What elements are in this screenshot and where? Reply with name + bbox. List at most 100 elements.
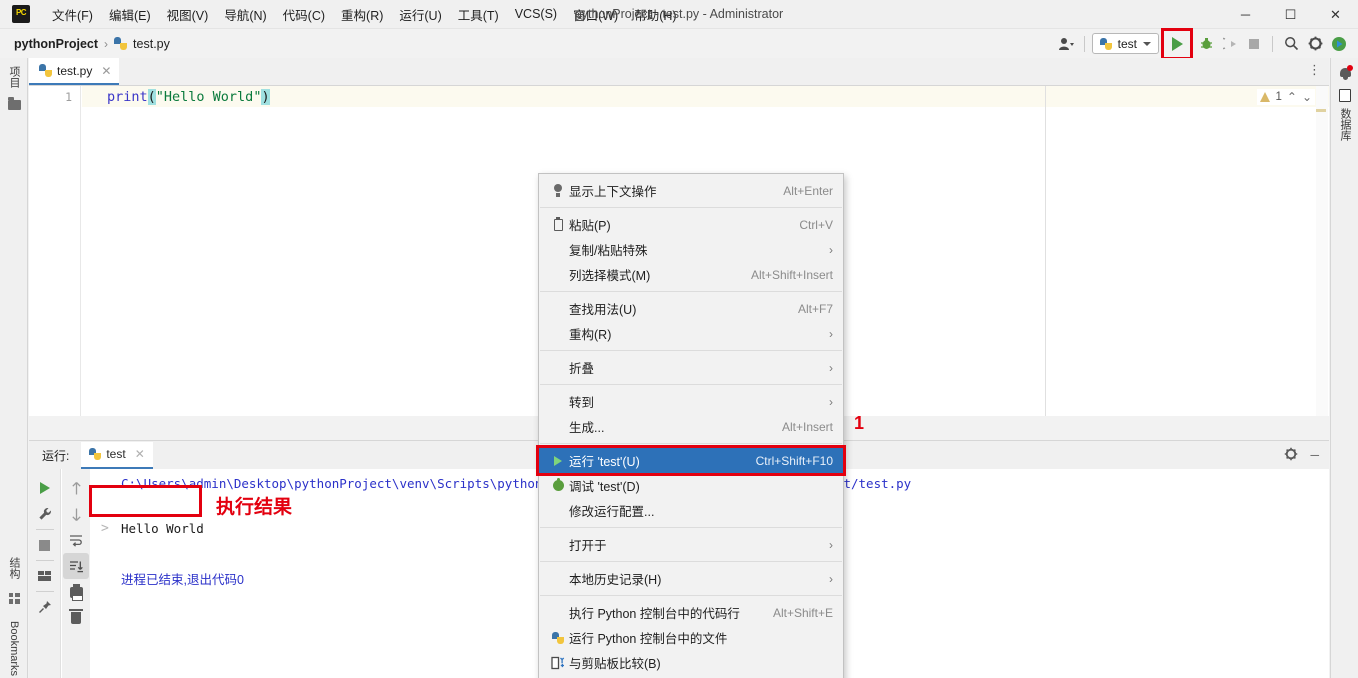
menu-item-compare-with-clipboard[interactable]: 与剪贴板比较(B) bbox=[539, 650, 843, 675]
fold-indicator-icon[interactable]: > bbox=[101, 521, 109, 536]
sidebar-item-project[interactable]: 项目 bbox=[0, 60, 28, 94]
menu-separator bbox=[540, 443, 842, 444]
menu-separator bbox=[540, 561, 842, 562]
edit-configuration-button[interactable] bbox=[32, 501, 58, 527]
gear-icon[interactable] bbox=[1304, 33, 1326, 55]
menu-item-view[interactable]: 视图(V) bbox=[159, 2, 217, 27]
menu-item-label: 调试 'test'(D) bbox=[569, 480, 640, 494]
code-close-paren: ) bbox=[261, 89, 270, 105]
menu-item-modify-run-configuration[interactable]: 修改运行配置... bbox=[539, 498, 843, 523]
close-icon[interactable]: ✕ bbox=[135, 447, 145, 461]
menu-item-shortcut: Alt+Shift+E bbox=[772, 605, 833, 620]
menu-item-refactor[interactable]: 重构(R) bbox=[333, 2, 391, 27]
run-coverage-icon[interactable] bbox=[1219, 33, 1241, 55]
trash-icon[interactable] bbox=[63, 605, 89, 631]
menu-item-tools[interactable]: 工具(T) bbox=[450, 2, 507, 27]
menu-item-show-context-actions[interactable]: 显示上下文操作 Alt+Enter bbox=[539, 178, 843, 203]
menu-item-shortcut: Alt+Shift+Insert bbox=[750, 267, 833, 282]
toolbar-divider bbox=[1083, 35, 1085, 52]
sidebar-item-bookmarks-label: Bookmarks bbox=[8, 621, 20, 677]
menu-item-help[interactable]: 帮助(H) bbox=[626, 2, 684, 27]
code-function-name: print bbox=[107, 89, 148, 105]
close-icon[interactable]: ✕ bbox=[101, 64, 111, 78]
pin-icon[interactable] bbox=[32, 594, 58, 620]
menu-item-label: 复制/粘贴特殊 bbox=[569, 244, 648, 258]
menu-item-shortcut: Alt+F7 bbox=[797, 301, 833, 316]
menu-item-debug-test[interactable]: 调试 'test'(D) bbox=[539, 473, 843, 498]
minimize-panel-icon[interactable]: ─ bbox=[1310, 448, 1319, 462]
menu-item-folding[interactable]: 折叠 › bbox=[539, 355, 843, 380]
editor-context-menu[interactable]: 显示上下文操作 Alt+Enter 粘贴(P) Ctrl+V 复制/粘贴特殊 ›… bbox=[536, 173, 846, 678]
menu-item-label: 生成... bbox=[569, 421, 605, 435]
menu-item-edit[interactable]: 编辑(E) bbox=[101, 2, 159, 27]
sidebar-item-structure-label: 结构 bbox=[8, 557, 20, 579]
menu-item-code[interactable]: 代码(C) bbox=[275, 2, 333, 27]
menu-item-open-in[interactable]: 打开于 › bbox=[539, 532, 843, 557]
menu-item-paste[interactable]: 粘贴(P) Ctrl+V bbox=[539, 212, 843, 237]
run-tab-test[interactable]: test ✕ bbox=[81, 441, 153, 469]
breadcrumb-project[interactable]: pythonProject bbox=[14, 37, 98, 51]
breadcrumb-file[interactable]: test.py bbox=[133, 37, 170, 51]
menu-item-run[interactable]: 运行(U) bbox=[391, 2, 449, 27]
menu-item-vcs[interactable]: VCS(S) bbox=[507, 4, 565, 24]
editor-tab-options-icon[interactable]: ⋮ bbox=[1308, 63, 1321, 76]
layout-button[interactable] bbox=[32, 563, 58, 589]
pycharm-window: 文件(F) 编辑(E) 视图(V) 导航(N) 代码(C) 重构(R) 运行(U… bbox=[0, 0, 1358, 678]
menu-item-window[interactable]: 窗口(W) bbox=[565, 2, 626, 27]
chevron-up-icon[interactable]: ⌃ bbox=[1287, 90, 1297, 104]
menu-item-column-selection-mode[interactable]: 列选择模式(M) Alt+Shift+Insert bbox=[539, 262, 843, 287]
console-output-line: Hello World bbox=[121, 521, 204, 536]
editor-tab-label: test.py bbox=[57, 63, 93, 78]
sidebar-item-folder[interactable] bbox=[0, 94, 28, 116]
menu-item-go-to[interactable]: 转到 › bbox=[539, 389, 843, 414]
inspection-marker[interactable] bbox=[1316, 109, 1326, 112]
maximize-button[interactable]: ☐ bbox=[1268, 0, 1313, 29]
inspection-marker-strip[interactable] bbox=[1316, 86, 1328, 416]
python-file-icon bbox=[114, 37, 128, 50]
user-avatar-icon[interactable] bbox=[1055, 33, 1077, 55]
arrow-down-icon[interactable] bbox=[63, 501, 89, 527]
arrow-up-icon[interactable] bbox=[63, 475, 89, 501]
close-button[interactable]: ✕ bbox=[1313, 0, 1358, 29]
sidebar-item-bookmarks[interactable]: Bookmarks bbox=[0, 610, 28, 678]
annotation-label-exec-result: 执行结果 bbox=[216, 496, 293, 518]
printer-icon[interactable] bbox=[63, 579, 89, 605]
stop-icon[interactable] bbox=[1243, 33, 1265, 55]
menu-item-local-history[interactable]: 本地历史记录(H) › bbox=[539, 566, 843, 591]
structure-icon bbox=[0, 588, 28, 608]
menu-item-execute-line-in-console[interactable]: 执行 Python 控制台中的代码行 Alt+Shift+E bbox=[539, 600, 843, 625]
menu-item-run-file-in-console[interactable]: 运行 Python 控制台中的文件 bbox=[539, 625, 843, 650]
sidebar-item-project-label: 项目 bbox=[8, 66, 20, 88]
run-play-icon[interactable] bbox=[1166, 33, 1188, 55]
rerun-button[interactable] bbox=[32, 475, 58, 501]
notification-bell-icon[interactable] bbox=[1331, 62, 1358, 84]
sidebar-item-structure[interactable]: 结构 bbox=[0, 548, 28, 588]
run-configuration-selector[interactable]: test bbox=[1091, 33, 1159, 54]
menu-item-copy-paste-special[interactable]: 复制/粘贴特殊 › bbox=[539, 237, 843, 262]
menu-item-generate[interactable]: 生成... Alt+Insert bbox=[539, 414, 843, 439]
menu-item-file[interactable]: 文件(F) bbox=[44, 2, 101, 27]
menu-item-label: 查找用法(U) bbox=[569, 303, 637, 317]
inspection-widget[interactable]: 1 ⌃ ⌄ bbox=[1257, 89, 1315, 105]
minimize-button[interactable]: ─ bbox=[1223, 0, 1268, 29]
menu-item-run-test[interactable]: 运行 'test'(U) Ctrl+Shift+F10 bbox=[536, 445, 846, 476]
menu-separator bbox=[540, 595, 842, 596]
chevron-down-icon[interactable]: ⌄ bbox=[1302, 90, 1312, 104]
sidebar-item-database[interactable]: 数据库 bbox=[1331, 102, 1358, 146]
update-icon[interactable] bbox=[1328, 33, 1350, 55]
search-icon[interactable] bbox=[1280, 33, 1302, 55]
stop-button[interactable] bbox=[32, 532, 58, 558]
python-icon bbox=[89, 448, 102, 460]
main-toolbar: test 2 bbox=[1055, 27, 1350, 81]
debug-bug-icon[interactable] bbox=[1195, 33, 1217, 55]
navigation-bar: pythonProject › test.py test 2 bbox=[0, 27, 1358, 81]
menu-item-refactor[interactable]: 重构(R) › bbox=[539, 321, 843, 346]
menu-item-find-usages[interactable]: 查找用法(U) Alt+F7 bbox=[539, 296, 843, 321]
editor-tab-test-py[interactable]: test.py ✕ bbox=[29, 58, 120, 85]
menu-item-label: 与剪贴板比较(B) bbox=[569, 657, 661, 671]
gear-icon[interactable] bbox=[1284, 447, 1298, 464]
menu-item-navigate[interactable]: 导航(N) bbox=[216, 2, 274, 27]
editor-gutter: 1 bbox=[29, 86, 81, 416]
soft-wrap-icon[interactable] bbox=[63, 527, 89, 553]
scroll-to-end-button[interactable] bbox=[63, 553, 89, 579]
